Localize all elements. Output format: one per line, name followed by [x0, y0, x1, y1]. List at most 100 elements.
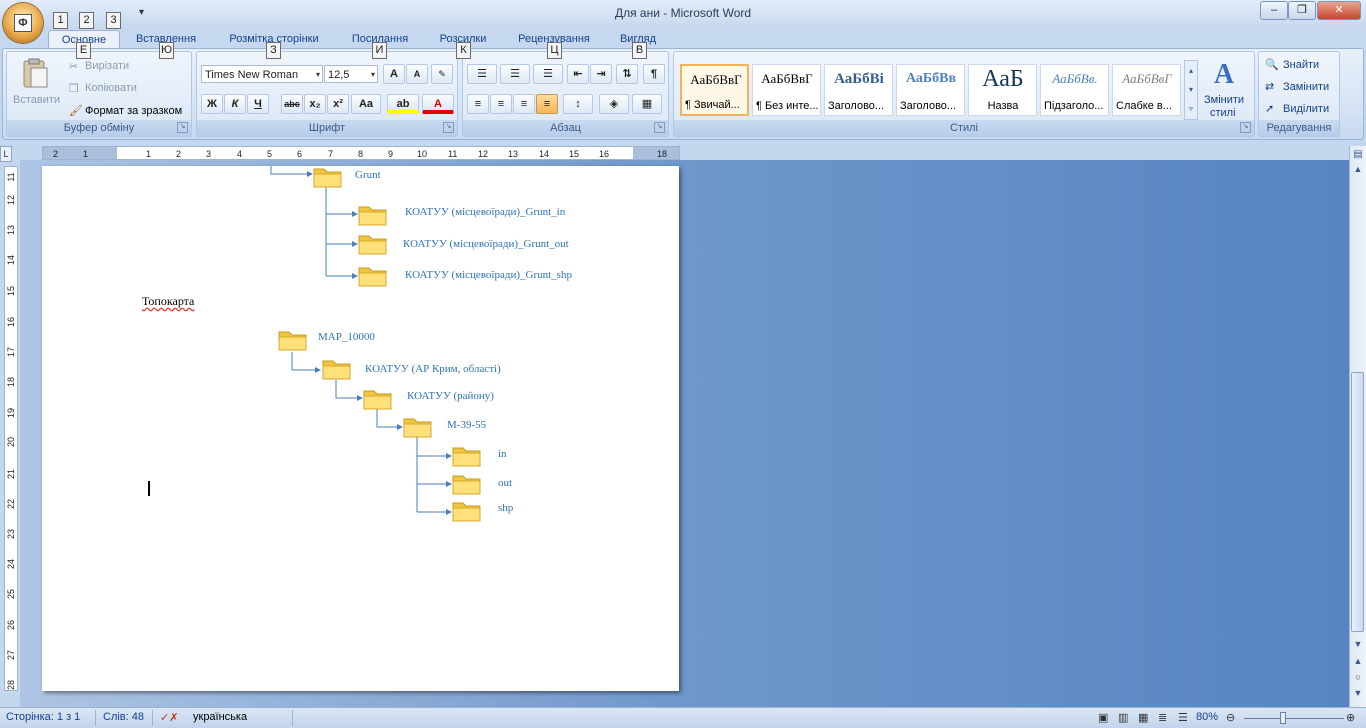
previous-page-icon[interactable]: ▲: [1350, 656, 1366, 670]
keytip-page-layout[interactable]: З: [266, 42, 281, 59]
line-spacing-icon[interactable]: ↕: [563, 94, 593, 114]
scrollbar-thumb[interactable]: [1351, 372, 1364, 632]
align-right-icon[interactable]: ≡: [513, 94, 535, 114]
qat-keytip-save[interactable]: 1: [53, 12, 68, 29]
cut-button[interactable]: Вирізати: [85, 60, 129, 72]
style-subtle-emphasis[interactable]: АаБбВвГ Слабке в...: [1112, 64, 1181, 116]
multilevel-list-icon[interactable]: ☰: [533, 64, 563, 84]
select-icon[interactable]: ➚: [1265, 102, 1274, 115]
font-launcher-icon[interactable]: ↘: [443, 122, 454, 133]
word-count[interactable]: Слів: 48: [103, 711, 144, 723]
full-screen-reading-icon[interactable]: ▥: [1118, 711, 1128, 724]
highlight-button[interactable]: ab: [387, 94, 419, 114]
paste-icon[interactable]: [19, 58, 51, 90]
zoom-in-icon[interactable]: ⊕: [1346, 711, 1355, 724]
grow-font-button[interactable]: A: [383, 64, 405, 84]
page-count[interactable]: Сторінка: 1 з 1: [6, 711, 80, 723]
zoom-slider-thumb[interactable]: [1280, 712, 1286, 724]
paste-button[interactable]: Вставити: [13, 94, 60, 106]
replace-icon[interactable]: ⇄: [1265, 80, 1274, 93]
style-heading-1[interactable]: АаБбВі Заголово...: [824, 64, 893, 116]
sort-icon[interactable]: ⇅: [616, 64, 638, 84]
minimize-button[interactable]: –: [1260, 1, 1288, 20]
change-styles-label-2[interactable]: стилі: [1210, 107, 1236, 119]
ruler-tick: 6: [297, 149, 303, 159]
numbering-icon[interactable]: ☰: [500, 64, 530, 84]
justify-icon[interactable]: ≡: [536, 94, 558, 114]
borders-icon[interactable]: ▦: [632, 94, 662, 114]
copy-icon[interactable]: ❐: [69, 82, 79, 95]
find-icon[interactable]: 🔍: [1265, 58, 1279, 71]
zoom-slider-track[interactable]: [1244, 718, 1344, 719]
keytip-review[interactable]: Ц: [547, 42, 562, 59]
select-button[interactable]: Виділити: [1283, 103, 1329, 115]
document-page[interactable]: Grunt КОАТУУ (місцевоїради)_Grunt_in КОА…: [42, 166, 679, 691]
language[interactable]: українська: [193, 711, 247, 723]
font-name-combo[interactable]: Times New Roman ▾: [201, 65, 323, 83]
keytip-view[interactable]: В: [632, 42, 647, 59]
vertical-ruler[interactable]: 11 12 13 14 15 16 17 18 19 20 21 22 23 2…: [4, 166, 18, 691]
qat-keytip-undo[interactable]: 2: [79, 12, 94, 29]
format-painter-icon[interactable]: 🖌: [69, 104, 83, 117]
clipboard-launcher-icon[interactable]: ↘: [177, 122, 188, 133]
change-styles-label-1[interactable]: Змінити: [1204, 94, 1244, 106]
bullets-icon[interactable]: ☰: [467, 64, 497, 84]
style-title[interactable]: АаБ Назва: [968, 64, 1037, 116]
browse-object-icon[interactable]: ○: [1350, 672, 1366, 686]
proofing-icon[interactable]: ✓✗: [160, 711, 178, 724]
italic-button[interactable]: К: [224, 94, 246, 114]
scroll-down-icon[interactable]: ▼: [1350, 639, 1366, 653]
find-button[interactable]: Знайти: [1283, 59, 1319, 71]
font-name-dropdown-icon[interactable]: ▾: [316, 66, 320, 84]
zoom-out-icon[interactable]: ⊖: [1226, 711, 1235, 724]
change-case-button[interactable]: Aa: [351, 94, 381, 114]
clear-formatting-button[interactable]: ✎: [431, 64, 453, 84]
styles-scroll-icon[interactable]: ▴ ▾ ▿: [1184, 60, 1198, 120]
bold-button[interactable]: Ж: [201, 94, 223, 114]
keytip-home[interactable]: Е: [76, 42, 91, 59]
decrease-indent-icon[interactable]: ⇤: [567, 64, 589, 84]
replace-button[interactable]: Замінити: [1283, 81, 1329, 93]
subscript-button[interactable]: x₂: [304, 94, 326, 114]
show-marks-button[interactable]: ¶: [643, 64, 665, 84]
outline-icon[interactable]: ≣: [1158, 711, 1167, 724]
align-center-icon[interactable]: ≡: [490, 94, 512, 114]
web-layout-icon[interactable]: ▦: [1138, 711, 1148, 724]
draft-icon[interactable]: ☰: [1178, 711, 1188, 724]
style-no-spacing[interactable]: АаБбВвГ ¶ Без инте...: [752, 64, 821, 116]
close-button[interactable]: ✕: [1317, 1, 1361, 20]
restore-button[interactable]: ❐: [1288, 1, 1316, 20]
keytip-insert[interactable]: Ю: [159, 42, 174, 59]
scissors-icon[interactable]: ✂: [69, 60, 78, 73]
scroll-up-icon[interactable]: ▲: [1350, 164, 1366, 178]
style-heading-2[interactable]: АаБбВв Заголово...: [896, 64, 965, 116]
qat-keytip-redo[interactable]: 3: [106, 12, 121, 29]
print-layout-icon[interactable]: ▣: [1098, 711, 1108, 724]
increase-indent-icon[interactable]: ⇥: [590, 64, 612, 84]
style-subtitle[interactable]: АаБбВв. Підзаголо...: [1040, 64, 1109, 116]
align-left-icon[interactable]: ≡: [467, 94, 489, 114]
next-page-icon[interactable]: ▼: [1350, 688, 1366, 702]
font-color-button[interactable]: A: [422, 94, 454, 114]
keytip-references[interactable]: И: [372, 42, 387, 59]
keytip-mailings[interactable]: К: [456, 42, 471, 59]
font-size-combo[interactable]: 12,5 ▾: [324, 65, 378, 83]
office-button[interactable]: Ф: [3, 3, 43, 43]
format-painter-button[interactable]: Формат за зразком: [85, 105, 182, 117]
view-ruler-icon[interactable]: ▤: [1350, 146, 1366, 164]
ruler-tick: 28: [6, 680, 16, 691]
change-styles-icon[interactable]: A: [1209, 60, 1239, 90]
style-normal[interactable]: АаБбВвГ ¶ Звичай...: [680, 64, 749, 116]
zoom-level[interactable]: 80%: [1196, 711, 1218, 723]
shrink-font-button[interactable]: A: [406, 64, 428, 84]
styles-launcher-icon[interactable]: ↘: [1240, 122, 1251, 133]
horizontal-ruler[interactable]: 2 1 1 2 3 4 5 6 7 8 9 10 11 12 13 14 15 …: [42, 146, 680, 160]
copy-button[interactable]: Копіювати: [85, 82, 137, 94]
superscript-button[interactable]: x²: [327, 94, 349, 114]
font-size-dropdown-icon[interactable]: ▾: [371, 66, 375, 84]
shading-icon[interactable]: ◈: [599, 94, 629, 114]
tab-selector[interactable]: L: [0, 146, 12, 162]
paragraph-launcher-icon[interactable]: ↘: [654, 122, 665, 133]
strikethrough-button[interactable]: abc: [281, 94, 303, 114]
underline-button[interactable]: Ч: [247, 94, 269, 114]
